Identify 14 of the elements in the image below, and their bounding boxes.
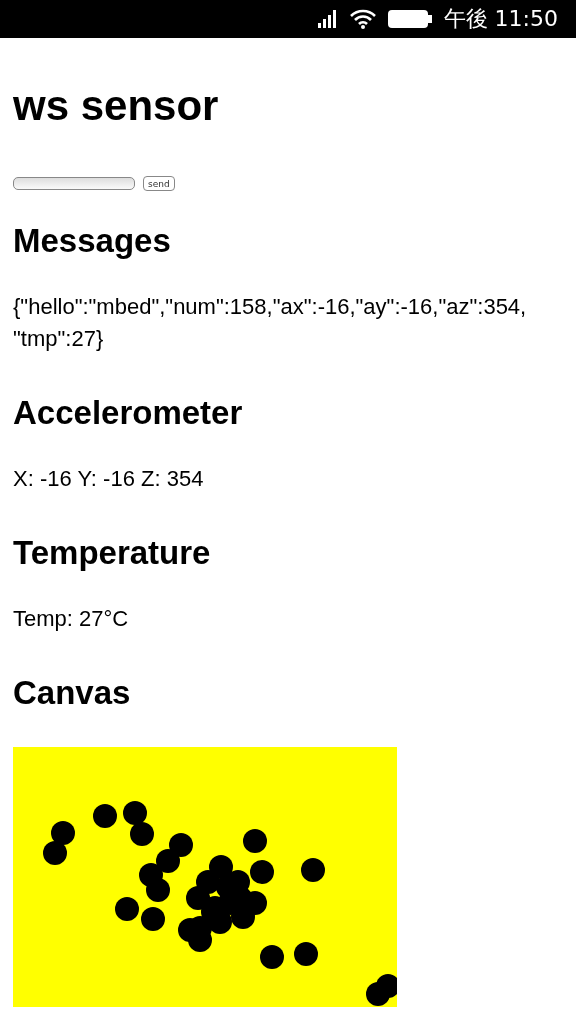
section-heading: Accelerometer <box>13 393 244 433</box>
section-heading: Canvas <box>13 673 132 713</box>
signal-icon <box>317 10 338 28</box>
section-heading: Temperature <box>13 533 212 573</box>
message-input[interactable] <box>13 177 135 190</box>
wifi-icon <box>349 9 376 29</box>
section-heading: Messages <box>13 221 172 261</box>
battery-icon <box>387 10 432 28</box>
section-text: {"hello":"mbed","num":158,"ax":-16,"ay":-16,"az":354,"tmp":27} <box>13 293 528 353</box>
page-title: ws sensor <box>13 82 220 130</box>
send-button[interactable]: send <box>143 176 175 191</box>
clock-time: 午後 11:50 <box>443 5 558 33</box>
section-text: X: -16 Y: -16 Z: 354 <box>13 465 205 493</box>
section-text: Temp: 27°C <box>13 605 130 633</box>
